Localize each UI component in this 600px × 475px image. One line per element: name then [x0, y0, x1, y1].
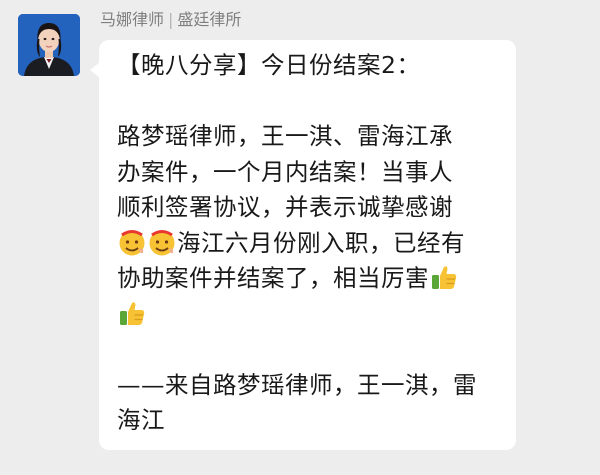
- 666-face-emoji: [117, 227, 147, 257]
- message-line-with-emoji: 协助案件并结案了，相当厉害: [117, 261, 498, 297]
- message-text: 协助案件并结案了，相当厉害: [117, 264, 429, 292]
- thumbs-up-emoji: [117, 298, 147, 328]
- header-separator: |: [168, 10, 174, 29]
- message-bubble[interactable]: 【晚八分享】今日份结案2： 路梦瑶律师，王一淇、雷海江承 办案件，一个月内结案！…: [90, 40, 516, 450]
- message-line-with-emoji: [117, 297, 498, 333]
- avatar[interactable]: [18, 14, 80, 76]
- portrait-image: [18, 14, 80, 76]
- sender-header: 马娜律师 | 盛廷律所: [100, 10, 241, 30]
- message-line: 办案件，一个月内结案！当事人: [117, 157, 453, 186]
- message-line: 海江: [117, 406, 165, 434]
- 666-face-emoji: [147, 227, 177, 257]
- message-line: ——来自路梦瑶律师，王一淇，雷: [117, 370, 477, 399]
- message-line: 顺利签署协议，并表示诚挚感谢: [117, 193, 453, 221]
- sender-organization: 盛廷律所: [177, 10, 242, 29]
- message-title: 【晚八分享】今日份结案2：: [117, 51, 421, 79]
- sender-name[interactable]: 马娜律师: [100, 10, 164, 29]
- thumbs-up-emoji: [429, 262, 459, 292]
- message-line: 路梦瑶律师，王一淇、雷海江承: [117, 122, 453, 150]
- message-text: 海江六月份刚入职，已经有: [177, 228, 465, 257]
- message-line-with-emoji: 海江六月份刚入职，已经有: [117, 226, 498, 262]
